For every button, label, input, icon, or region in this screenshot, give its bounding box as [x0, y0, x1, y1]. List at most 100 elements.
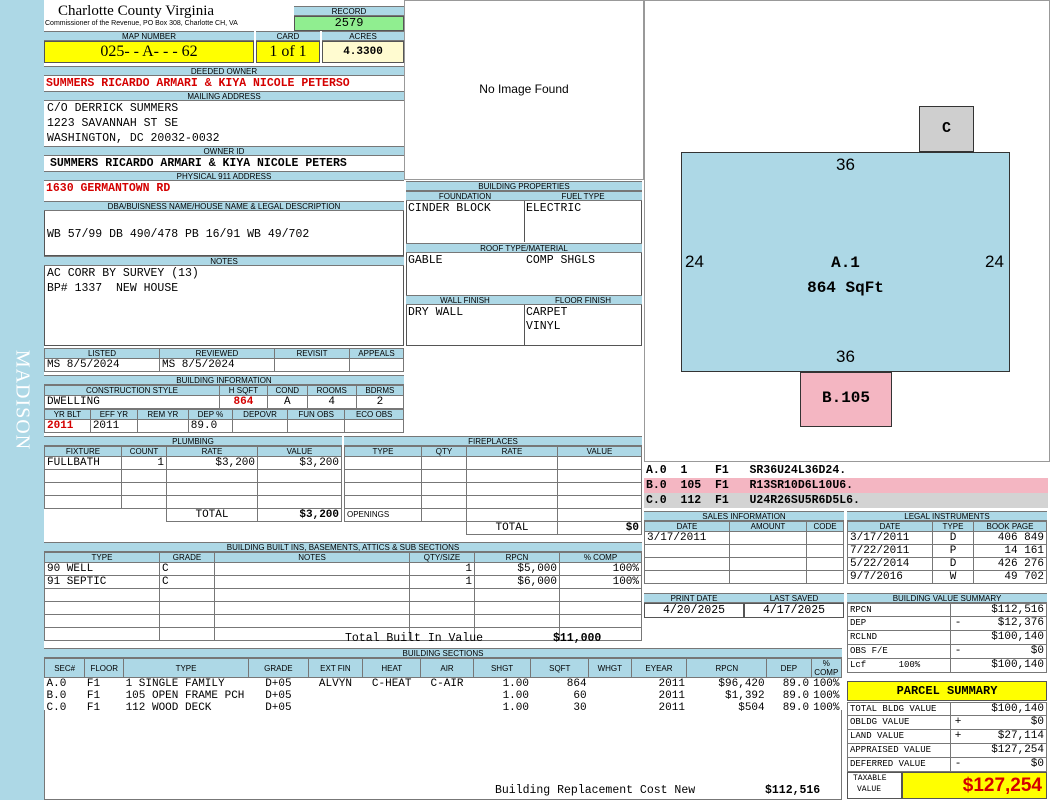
summary-value: $100,140 [991, 659, 1044, 671]
table-row: B.0 F1 105 OPEN FRAME PCH D+05 1.00 60 2011 $1,… [45, 690, 842, 702]
legal-col-bookpage: BOOK PAGE [973, 521, 1047, 532]
reviewed-value: MS 8/5/2024 [159, 358, 275, 372]
sections-col: SEC# [43, 658, 86, 678]
divider [524, 201, 525, 242]
legal-instrument-cell: 14 161 [973, 544, 1047, 558]
plumbing-total: $3,200 [257, 508, 342, 522]
fireplace-total-label: TOTAL [466, 521, 558, 535]
effyr-value: 2011 [89, 419, 138, 433]
section-cell: 1.00 [502, 678, 529, 690]
legal-instrument-cell: P [932, 544, 974, 558]
replacement-label: Building Replacement Cost New [495, 784, 696, 797]
legal-instrument-cell: D [932, 557, 974, 571]
table-row: 7/22/2011 P 14 161 [847, 544, 1047, 558]
summary-op: + [954, 730, 962, 742]
builtins-col-qty: QTY/SIZE [409, 552, 475, 563]
funobs-label: FUN OBS [286, 409, 346, 420]
summary-value: $0 [1030, 645, 1044, 657]
sections-col: EYEAR [630, 658, 688, 678]
builtin-rpcn: $5,000 [474, 562, 560, 576]
sections-col: DEP [766, 658, 812, 678]
sales-label: SALES INFORMATION [644, 511, 844, 521]
side-bar: MADISON [0, 0, 44, 800]
floor-finish-2: VINYL [526, 320, 561, 333]
map-number: 025- - A- - - 62 [44, 41, 254, 63]
table-row: 3/17/2011 [644, 531, 844, 545]
sketch-vector-line: B.0 105 F1 R13SR10D6L10U6. [644, 478, 1048, 493]
summary-row: OBS F/E - $0 [847, 645, 1047, 659]
sales-col-code: CODE [806, 521, 844, 532]
summary-row: RCLND $100,140 [847, 631, 1047, 645]
sections-col: EXT FIN [307, 658, 364, 678]
summary-name: LAND VALUE [848, 730, 951, 743]
builtin-notes [214, 575, 410, 589]
county-title: Charlotte County Virginia [58, 3, 215, 19]
builtin-rpcn: $6,000 [474, 575, 560, 589]
sections-col: AIR [420, 658, 474, 678]
section-cell: F1 [86, 678, 101, 690]
table-row: 90 WELL C 1 $5,000 100% [44, 562, 642, 576]
builtins-col-grade: GRADE [159, 552, 215, 563]
builtin-grade: C [159, 562, 215, 576]
summary-value: $100,140 [991, 631, 1044, 643]
fireplace-col-value: VALUE [557, 446, 642, 457]
deeded-owner-label: DEEDED OWNER [44, 66, 404, 76]
sections-col: SHGT [472, 658, 532, 678]
builtin-qty: 1 [409, 575, 475, 589]
deeded-owner: SUMMERS RICARDO ARMARI & KIYA NICOLE PET… [46, 77, 350, 90]
legal-desc-label: DBA/BUISNESS NAME/HOUSE NAME & LEGAL DES… [44, 201, 404, 211]
appeals-label: APPEALS [349, 348, 404, 359]
roof-type: GABLE [408, 254, 443, 267]
summary-row: OBLDG VALUE + $0 [847, 716, 1047, 730]
foundation-label: FOUNDATION [406, 191, 524, 201]
taxable-label-1: TAXABLE [853, 774, 887, 783]
effyr-label: EFF YR [89, 409, 138, 420]
summary-value: $127,254 [991, 744, 1044, 756]
summary-op [951, 659, 965, 672]
sections-col: WHGT [588, 658, 632, 678]
hsqft-value: 864 [219, 395, 268, 409]
fireplace-col-qty: QTY [421, 446, 467, 457]
sections-col: SQFT [530, 658, 590, 678]
builtin-qty: 1 [409, 562, 475, 576]
table-row: 9/7/2016 W 49 702 [847, 570, 1047, 584]
section-cell: B.0 [46, 690, 67, 702]
rooms-label: ROOMS [306, 385, 357, 396]
owner-id: SUMMERS RICARDO ARMARI & KIYA NICOLE PET… [50, 157, 347, 170]
plumbing-rate: $3,200 [166, 456, 258, 470]
summary-name: APPRAISED VALUE [848, 744, 951, 757]
legal-instruments-table: DATE TYPE BOOK PAGE 3/17/2011 D 406 849 7/22/… [847, 521, 1047, 584]
print-date: 4/20/2025 [644, 603, 744, 618]
replacement-value: $112,516 [765, 784, 821, 797]
section-cell: 89.0 [782, 678, 810, 690]
sales-col-amount: AMOUNT [729, 521, 807, 532]
summary-op: - [954, 617, 962, 629]
hsqft-label: H SQFT [219, 385, 268, 396]
office-address: Commissioner of the Revenue, PO Box 308,… [45, 20, 238, 27]
summary-op: - [954, 645, 962, 657]
acres-value: 4.3300 [322, 41, 404, 63]
physical-address-label: PHYSICAL 911 ADDRESS [44, 171, 404, 181]
sections-table: SEC# FLOOR TYPE GRADE EXT FIN HEAT AIR SHGT SQFT… [43, 658, 843, 714]
plumbing-col-fixture: FIXTURE [44, 446, 122, 457]
summary-op: + [954, 716, 962, 728]
plumbing-total-label: TOTAL [166, 508, 258, 522]
style-label: CONSTRUCTION STYLE [44, 385, 220, 396]
legal-instrument-cell: 49 702 [973, 570, 1047, 584]
builtin-comp: 100% [559, 562, 642, 576]
builtins-col-notes: NOTES [214, 552, 410, 563]
builtin-comp: 100% [559, 575, 642, 589]
section-cell [589, 690, 631, 702]
legal-instrument-cell: 426 276 [973, 557, 1047, 571]
legal-instrument-cell: 7/22/2011 [847, 544, 933, 558]
builtin-grade: C [159, 575, 215, 589]
summary-row: TOTAL BLDG VALUE $100,140 [847, 702, 1047, 716]
wall-finish: DRY WALL [408, 306, 464, 319]
section-cell: 100% [813, 678, 840, 690]
last-saved: 4/17/2025 [744, 603, 844, 618]
section-cell: C-AIR [430, 678, 464, 690]
sales-col-date: DATE [644, 521, 730, 532]
section-cell: 100% [813, 690, 840, 702]
sketch-bottom-dim: 36 [836, 347, 855, 366]
section-cell [308, 690, 362, 702]
